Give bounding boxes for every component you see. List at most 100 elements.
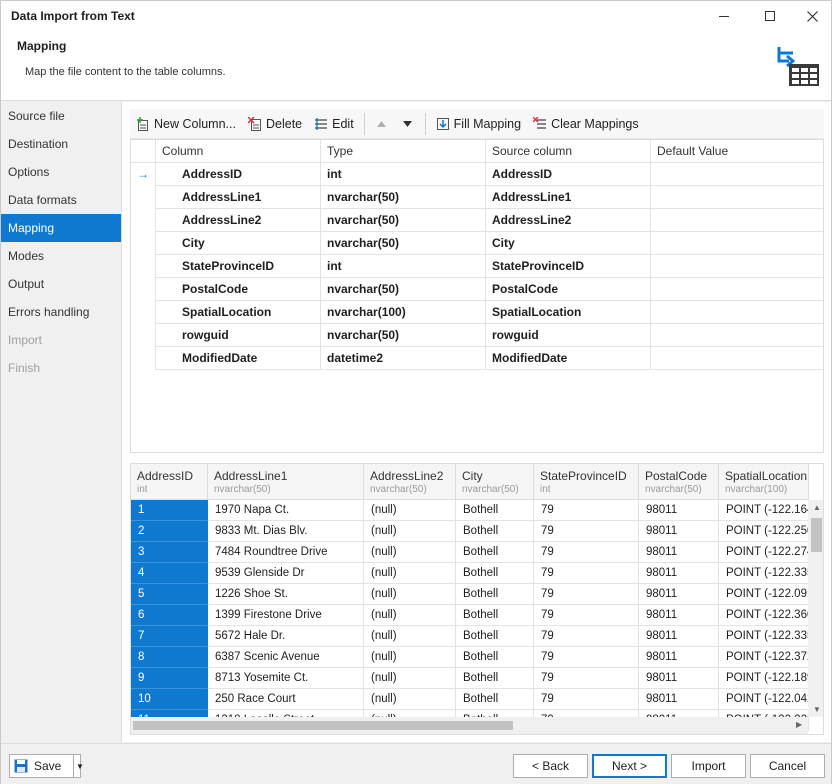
source-column-header[interactable]: Source column	[486, 140, 651, 163]
preview-row[interactable]: 2 9833 Mt. Dias Blv. (null) Bothell 79 9…	[131, 521, 809, 542]
preview-column-header[interactable]: StateProvinceID int	[534, 464, 639, 500]
mapping-column-cell[interactable]: AddressLine1	[156, 186, 321, 209]
preview-id-cell[interactable]: 10	[131, 689, 208, 710]
preview-cell[interactable]: Bothell	[456, 689, 534, 710]
vertical-scroll-thumb[interactable]	[811, 518, 822, 552]
mapping-default-cell[interactable]	[651, 186, 823, 209]
mapping-default-cell[interactable]	[651, 209, 823, 232]
preview-cell[interactable]: 1226 Shoe St.	[208, 584, 364, 605]
preview-column-header[interactable]: PostalCode nvarchar(50)	[639, 464, 719, 500]
mapping-type-cell[interactable]: int	[321, 255, 486, 278]
preview-cell[interactable]: 98011	[639, 521, 719, 542]
preview-cell[interactable]: (null)	[364, 542, 456, 563]
mapping-source-cell[interactable]: StateProvinceID	[486, 255, 651, 278]
mapping-type-cell[interactable]: nvarchar(50)	[321, 209, 486, 232]
sidebar-item-data-formats[interactable]: Data formats	[1, 186, 121, 214]
mapping-row[interactable]: rowguid nvarchar(50) rowguid	[131, 324, 823, 347]
preview-cell[interactable]: 250 Race Court	[208, 689, 364, 710]
preview-cell[interactable]: 79	[534, 647, 639, 668]
preview-cell[interactable]: Bothell	[456, 584, 534, 605]
preview-cell[interactable]: Bothell	[456, 563, 534, 584]
preview-row[interactable]: 10 250 Race Court (null) Bothell 79 9801…	[131, 689, 809, 710]
preview-cell[interactable]: Bothell	[456, 647, 534, 668]
preview-cell[interactable]: 98011	[639, 668, 719, 689]
default-value-header[interactable]: Default Value	[651, 140, 823, 163]
mapping-column-cell[interactable]: AddressID	[156, 163, 321, 186]
preview-cell[interactable]: Bothell	[456, 521, 534, 542]
save-button[interactable]: Save ▼	[9, 754, 84, 778]
import-button[interactable]: Import	[671, 754, 746, 778]
cancel-button[interactable]: Cancel	[750, 754, 825, 778]
fill-mapping-button[interactable]: Fill Mapping	[430, 111, 527, 137]
maximize-button[interactable]	[747, 1, 793, 31]
mapping-source-cell[interactable]: SpatialLocation	[486, 301, 651, 324]
sidebar-item-options[interactable]: Options	[1, 158, 121, 186]
preview-row[interactable]: 8 6387 Scenic Avenue (null) Bothell 79 9…	[131, 647, 809, 668]
preview-column-header[interactable]: AddressID int	[131, 464, 208, 500]
sidebar-item-destination[interactable]: Destination	[1, 130, 121, 158]
preview-cell[interactable]: (null)	[364, 626, 456, 647]
preview-cell[interactable]: POINT (-122.335	[719, 563, 809, 584]
mapping-source-cell[interactable]: rowguid	[486, 324, 651, 347]
mapping-row[interactable]: StateProvinceID int StateProvinceID	[131, 255, 823, 278]
preview-cell[interactable]: 79	[534, 521, 639, 542]
mapping-type-cell[interactable]: nvarchar(50)	[321, 232, 486, 255]
preview-row[interactable]: 6 1399 Firestone Drive (null) Bothell 79…	[131, 605, 809, 626]
preview-cell[interactable]: 9539 Glenside Dr	[208, 563, 364, 584]
mapping-type-cell[interactable]: nvarchar(50)	[321, 186, 486, 209]
sidebar-item-errors-handling[interactable]: Errors handling	[1, 298, 121, 326]
preview-cell[interactable]: 98011	[639, 626, 719, 647]
preview-cell[interactable]: 98011	[639, 647, 719, 668]
preview-row[interactable]: 4 9539 Glenside Dr (null) Bothell 79 980…	[131, 563, 809, 584]
mapping-row[interactable]: ModifiedDate datetime2 ModifiedDate	[131, 347, 823, 370]
sidebar-item-output[interactable]: Output	[1, 270, 121, 298]
mapping-type-cell[interactable]: datetime2	[321, 347, 486, 370]
mapping-default-cell[interactable]	[651, 232, 823, 255]
preview-id-cell[interactable]: 2	[131, 521, 208, 542]
preview-cell[interactable]: POINT (-122.091	[719, 584, 809, 605]
mapping-column-cell[interactable]: ModifiedDate	[156, 347, 321, 370]
mapping-source-cell[interactable]: City	[486, 232, 651, 255]
preview-id-cell[interactable]: 1	[131, 500, 208, 521]
mapping-type-cell[interactable]: int	[321, 163, 486, 186]
chevron-down-icon[interactable]: ▼	[76, 762, 84, 771]
preview-cell[interactable]: (null)	[364, 605, 456, 626]
preview-cell[interactable]: POINT (-122.360	[719, 605, 809, 626]
new-column-button[interactable]: New Column...	[130, 111, 242, 137]
mapping-source-cell[interactable]: ModifiedDate	[486, 347, 651, 370]
delete-button[interactable]: Delete	[242, 111, 308, 137]
preview-cell[interactable]: 9833 Mt. Dias Blv.	[208, 521, 364, 542]
preview-id-cell[interactable]: 4	[131, 563, 208, 584]
preview-cell[interactable]: (null)	[364, 563, 456, 584]
mapping-row[interactable]: AddressLine2 nvarchar(50) AddressLine2	[131, 209, 823, 232]
mapping-column-cell[interactable]: PostalCode	[156, 278, 321, 301]
preview-cell[interactable]: 79	[534, 563, 639, 584]
preview-cell[interactable]: 98011	[639, 605, 719, 626]
preview-cell[interactable]: POINT (-122.274	[719, 542, 809, 563]
preview-cell[interactable]: 79	[534, 605, 639, 626]
preview-cell[interactable]: (null)	[364, 500, 456, 521]
preview-cell[interactable]: (null)	[364, 647, 456, 668]
preview-id-cell[interactable]: 6	[131, 605, 208, 626]
minimize-button[interactable]	[701, 1, 747, 31]
vertical-scrollbar[interactable]: ▲ ▼	[808, 500, 823, 717]
mapping-column-cell[interactable]: AddressLine2	[156, 209, 321, 232]
mapping-row[interactable]: PostalCode nvarchar(50) PostalCode	[131, 278, 823, 301]
mapping-source-cell[interactable]: PostalCode	[486, 278, 651, 301]
scroll-down-icon[interactable]: ▼	[813, 705, 821, 714]
preview-cell[interactable]: 1399 Firestone Drive	[208, 605, 364, 626]
horizontal-scroll-thumb[interactable]	[133, 721, 513, 730]
mapping-default-cell[interactable]	[651, 163, 823, 186]
preview-cell[interactable]: 6387 Scenic Avenue	[208, 647, 364, 668]
preview-id-cell[interactable]: 8	[131, 647, 208, 668]
preview-cell[interactable]: 98011	[639, 689, 719, 710]
preview-cell[interactable]: 98011	[639, 563, 719, 584]
preview-cell[interactable]: Bothell	[456, 605, 534, 626]
preview-row[interactable]: 5 1226 Shoe St. (null) Bothell 79 98011 …	[131, 584, 809, 605]
mapping-source-cell[interactable]: AddressLine1	[486, 186, 651, 209]
mapping-row[interactable]: City nvarchar(50) City	[131, 232, 823, 255]
preview-row[interactable]: 3 7484 Roundtree Drive (null) Bothell 79…	[131, 542, 809, 563]
column-header[interactable]: Column	[156, 140, 321, 163]
preview-id-cell[interactable]: 7	[131, 626, 208, 647]
preview-row[interactable]: 1 1970 Napa Ct. (null) Bothell 79 98011 …	[131, 500, 809, 521]
